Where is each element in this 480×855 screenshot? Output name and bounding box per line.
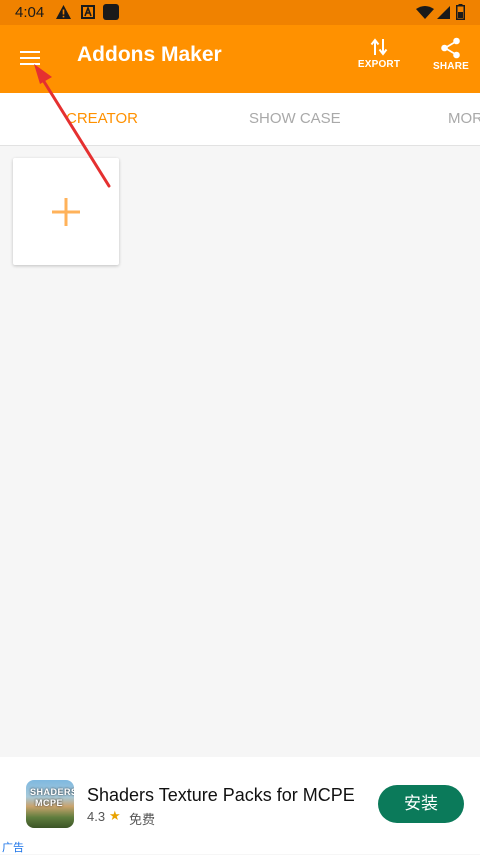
- ad-thumbnail-text-2: MCPE: [35, 798, 64, 808]
- cellular-signal-icon: [437, 6, 450, 19]
- menu-button[interactable]: [12, 40, 48, 76]
- export-label: EXPORT: [357, 59, 401, 70]
- star-icon: ★: [109, 808, 121, 823]
- app-notification-icon: [103, 4, 119, 20]
- plus-icon: [52, 198, 80, 226]
- ad-app-title[interactable]: Shaders Texture Packs for MCPE: [87, 785, 355, 806]
- share-button[interactable]: SHARE: [419, 37, 480, 83]
- ad-thumbnail-text-1: SHADERS: [30, 787, 74, 797]
- battery-icon: [456, 4, 465, 20]
- install-button[interactable]: 安装: [378, 785, 464, 823]
- ad-app-thumbnail[interactable]: SHADERS MCPE: [26, 780, 74, 828]
- app-title: Addons Maker: [77, 43, 222, 66]
- tab-bar: CREATOR SHOW CASE MOR: [0, 93, 480, 146]
- ad-label: 广告: [2, 842, 24, 854]
- status-time: 4:04: [15, 4, 45, 21]
- wifi-icon: [416, 6, 434, 19]
- a-notification-icon: [81, 5, 95, 19]
- alert-icon: [56, 5, 71, 19]
- share-icon: [441, 37, 460, 59]
- ad-rating: 4.3: [87, 809, 106, 824]
- status-bar: 4:04: [0, 0, 480, 25]
- tab-creator[interactable]: CREATOR: [66, 110, 138, 127]
- tab-more[interactable]: MOR: [448, 110, 480, 127]
- menu-icon: [20, 51, 40, 53]
- share-label: SHARE: [432, 61, 469, 72]
- ad-banner[interactable]: SHADERS MCPE Shaders Texture Packs for M…: [0, 757, 480, 854]
- app-bar: Addons Maker EXPORT SHARE: [0, 25, 480, 93]
- ad-price: 免费: [129, 812, 156, 827]
- swap-vertical-icon: [370, 38, 388, 56]
- tab-show-case[interactable]: SHOW CASE: [249, 110, 341, 127]
- export-button[interactable]: EXPORT: [347, 37, 411, 83]
- add-addon-card[interactable]: [13, 158, 119, 265]
